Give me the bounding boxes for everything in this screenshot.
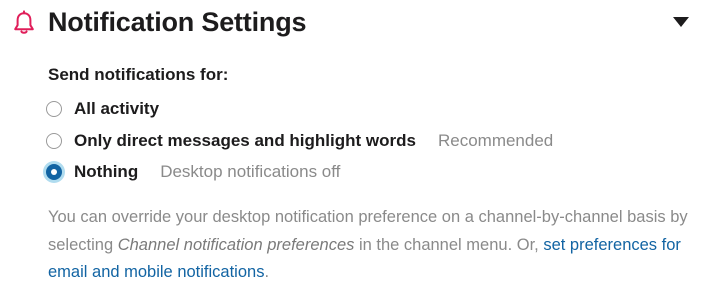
- option-label: Nothing: [74, 162, 139, 181]
- radio-all-activity[interactable]: [46, 101, 62, 117]
- caret-down-icon[interactable]: [672, 16, 690, 28]
- override-help-text: You can override your desktop notificati…: [48, 204, 688, 287]
- recommended-hint: Recommended: [437, 131, 554, 150]
- help-text-end: .: [264, 263, 270, 281]
- channel-preferences-emphasis: Channel notification preferences: [117, 235, 355, 254]
- send-notifications-label: Send notifications for:: [48, 65, 229, 84]
- help-text-middle: in the channel menu. Or,: [354, 235, 544, 254]
- notification-settings-header: Notification Settings: [0, 0, 720, 52]
- option-all-activity[interactable]: All activity: [46, 97, 159, 121]
- option-label: All activity: [74, 99, 160, 118]
- option-nothing[interactable]: Nothing Desktop notifications off: [46, 160, 340, 184]
- bell-icon: [14, 10, 34, 34]
- option-direct-messages-highlights[interactable]: Only direct messages and highlight words…: [46, 129, 553, 153]
- page-title: Notification Settings: [48, 7, 307, 37]
- radio-nothing[interactable]: [46, 164, 62, 180]
- option-label: Only direct messages and highlight words: [74, 131, 416, 150]
- radio-direct-messages-highlights[interactable]: [46, 133, 62, 149]
- desktop-notifications-off-hint: Desktop notifications off: [160, 162, 341, 181]
